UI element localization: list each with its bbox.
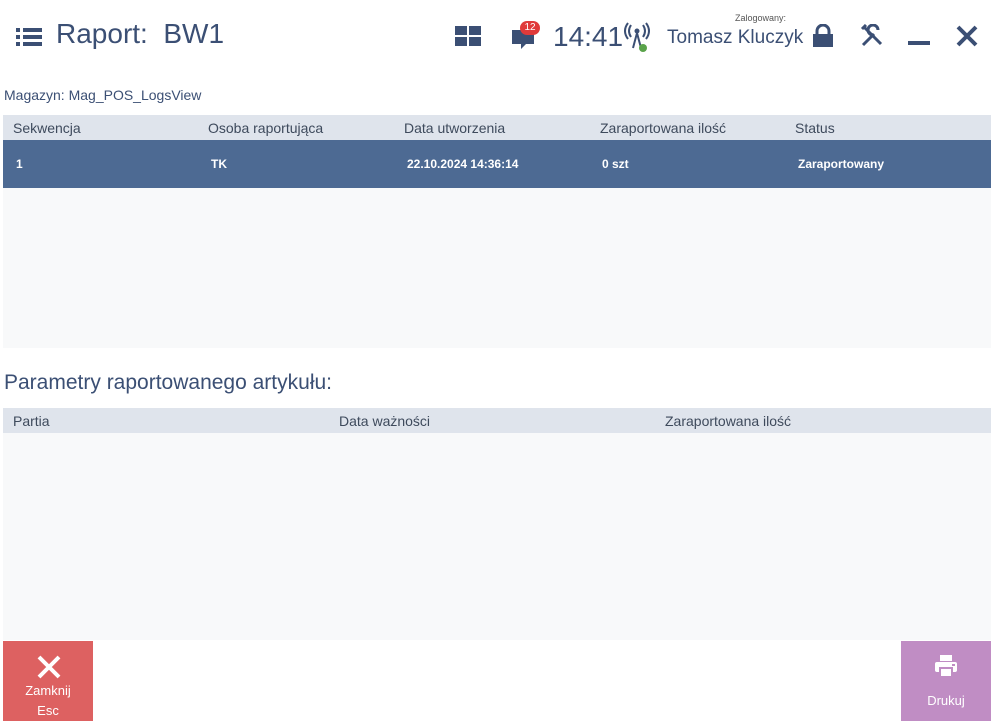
warehouse-label: Magazyn: Mag_POS_LogsView: [4, 87, 202, 103]
page-title: Raport: BW1: [56, 18, 225, 49]
print-button-label: Drukuj: [927, 693, 965, 708]
tools-icon[interactable]: [860, 24, 884, 48]
close-icon[interactable]: [955, 24, 979, 48]
close-button-label: Zamknij: [25, 683, 71, 698]
table-cell: 1: [16, 157, 23, 171]
header-bar: Raport: BW1 12 14:41 Zalogowany: Tomasz …: [0, 0, 999, 76]
table-row[interactable]: 1 TK 22.10.2024 14:36:14 0 szt Zaraporto…: [3, 140, 991, 188]
params-grid-header: Partia Data ważności Zaraportowana ilość: [3, 408, 991, 433]
tiles-icon[interactable]: [455, 26, 481, 46]
table-cell: 22.10.2024 14:36:14: [407, 157, 519, 171]
lock-icon[interactable]: [812, 24, 834, 48]
column-header[interactable]: Data utworzenia: [404, 120, 505, 136]
reports-grid-header: Sekwencja Osoba raportująca Data utworze…: [3, 115, 991, 140]
column-header[interactable]: Partia: [13, 413, 50, 429]
user-name: Tomasz Kluczyk: [667, 27, 804, 48]
reports-grid[interactable]: Sekwencja Osoba raportująca Data utworze…: [3, 115, 991, 348]
notification-badge: 12: [520, 21, 540, 35]
close-x-icon: [37, 655, 61, 679]
column-header[interactable]: Sekwencja: [13, 120, 81, 136]
signal-icon[interactable]: [624, 22, 654, 54]
close-button[interactable]: Zamknij Esc: [3, 641, 93, 721]
column-header[interactable]: Zaraportowana ilość: [665, 413, 791, 429]
params-grid[interactable]: Partia Data ważności Zaraportowana ilość: [3, 408, 991, 640]
params-section-title: Parametry raportowanego artykułu:: [4, 371, 332, 394]
column-header[interactable]: Data ważności: [339, 413, 430, 429]
clock: 14:41: [553, 21, 624, 52]
column-header[interactable]: Zaraportowana ilość: [600, 120, 726, 136]
printer-icon: [935, 655, 957, 678]
table-cell: 0 szt: [602, 157, 629, 171]
column-header[interactable]: Status: [795, 120, 835, 136]
column-header[interactable]: Osoba raportująca: [208, 120, 323, 136]
logged-in-label: Zalogowany:: [735, 13, 787, 23]
minimize-icon[interactable]: [907, 24, 931, 48]
close-button-shortcut: Esc: [37, 703, 59, 718]
table-cell: TK: [211, 157, 227, 171]
menu-icon[interactable]: [16, 27, 42, 47]
table-cell: Zaraportowany: [798, 157, 885, 171]
print-button[interactable]: Drukuj: [901, 641, 991, 721]
